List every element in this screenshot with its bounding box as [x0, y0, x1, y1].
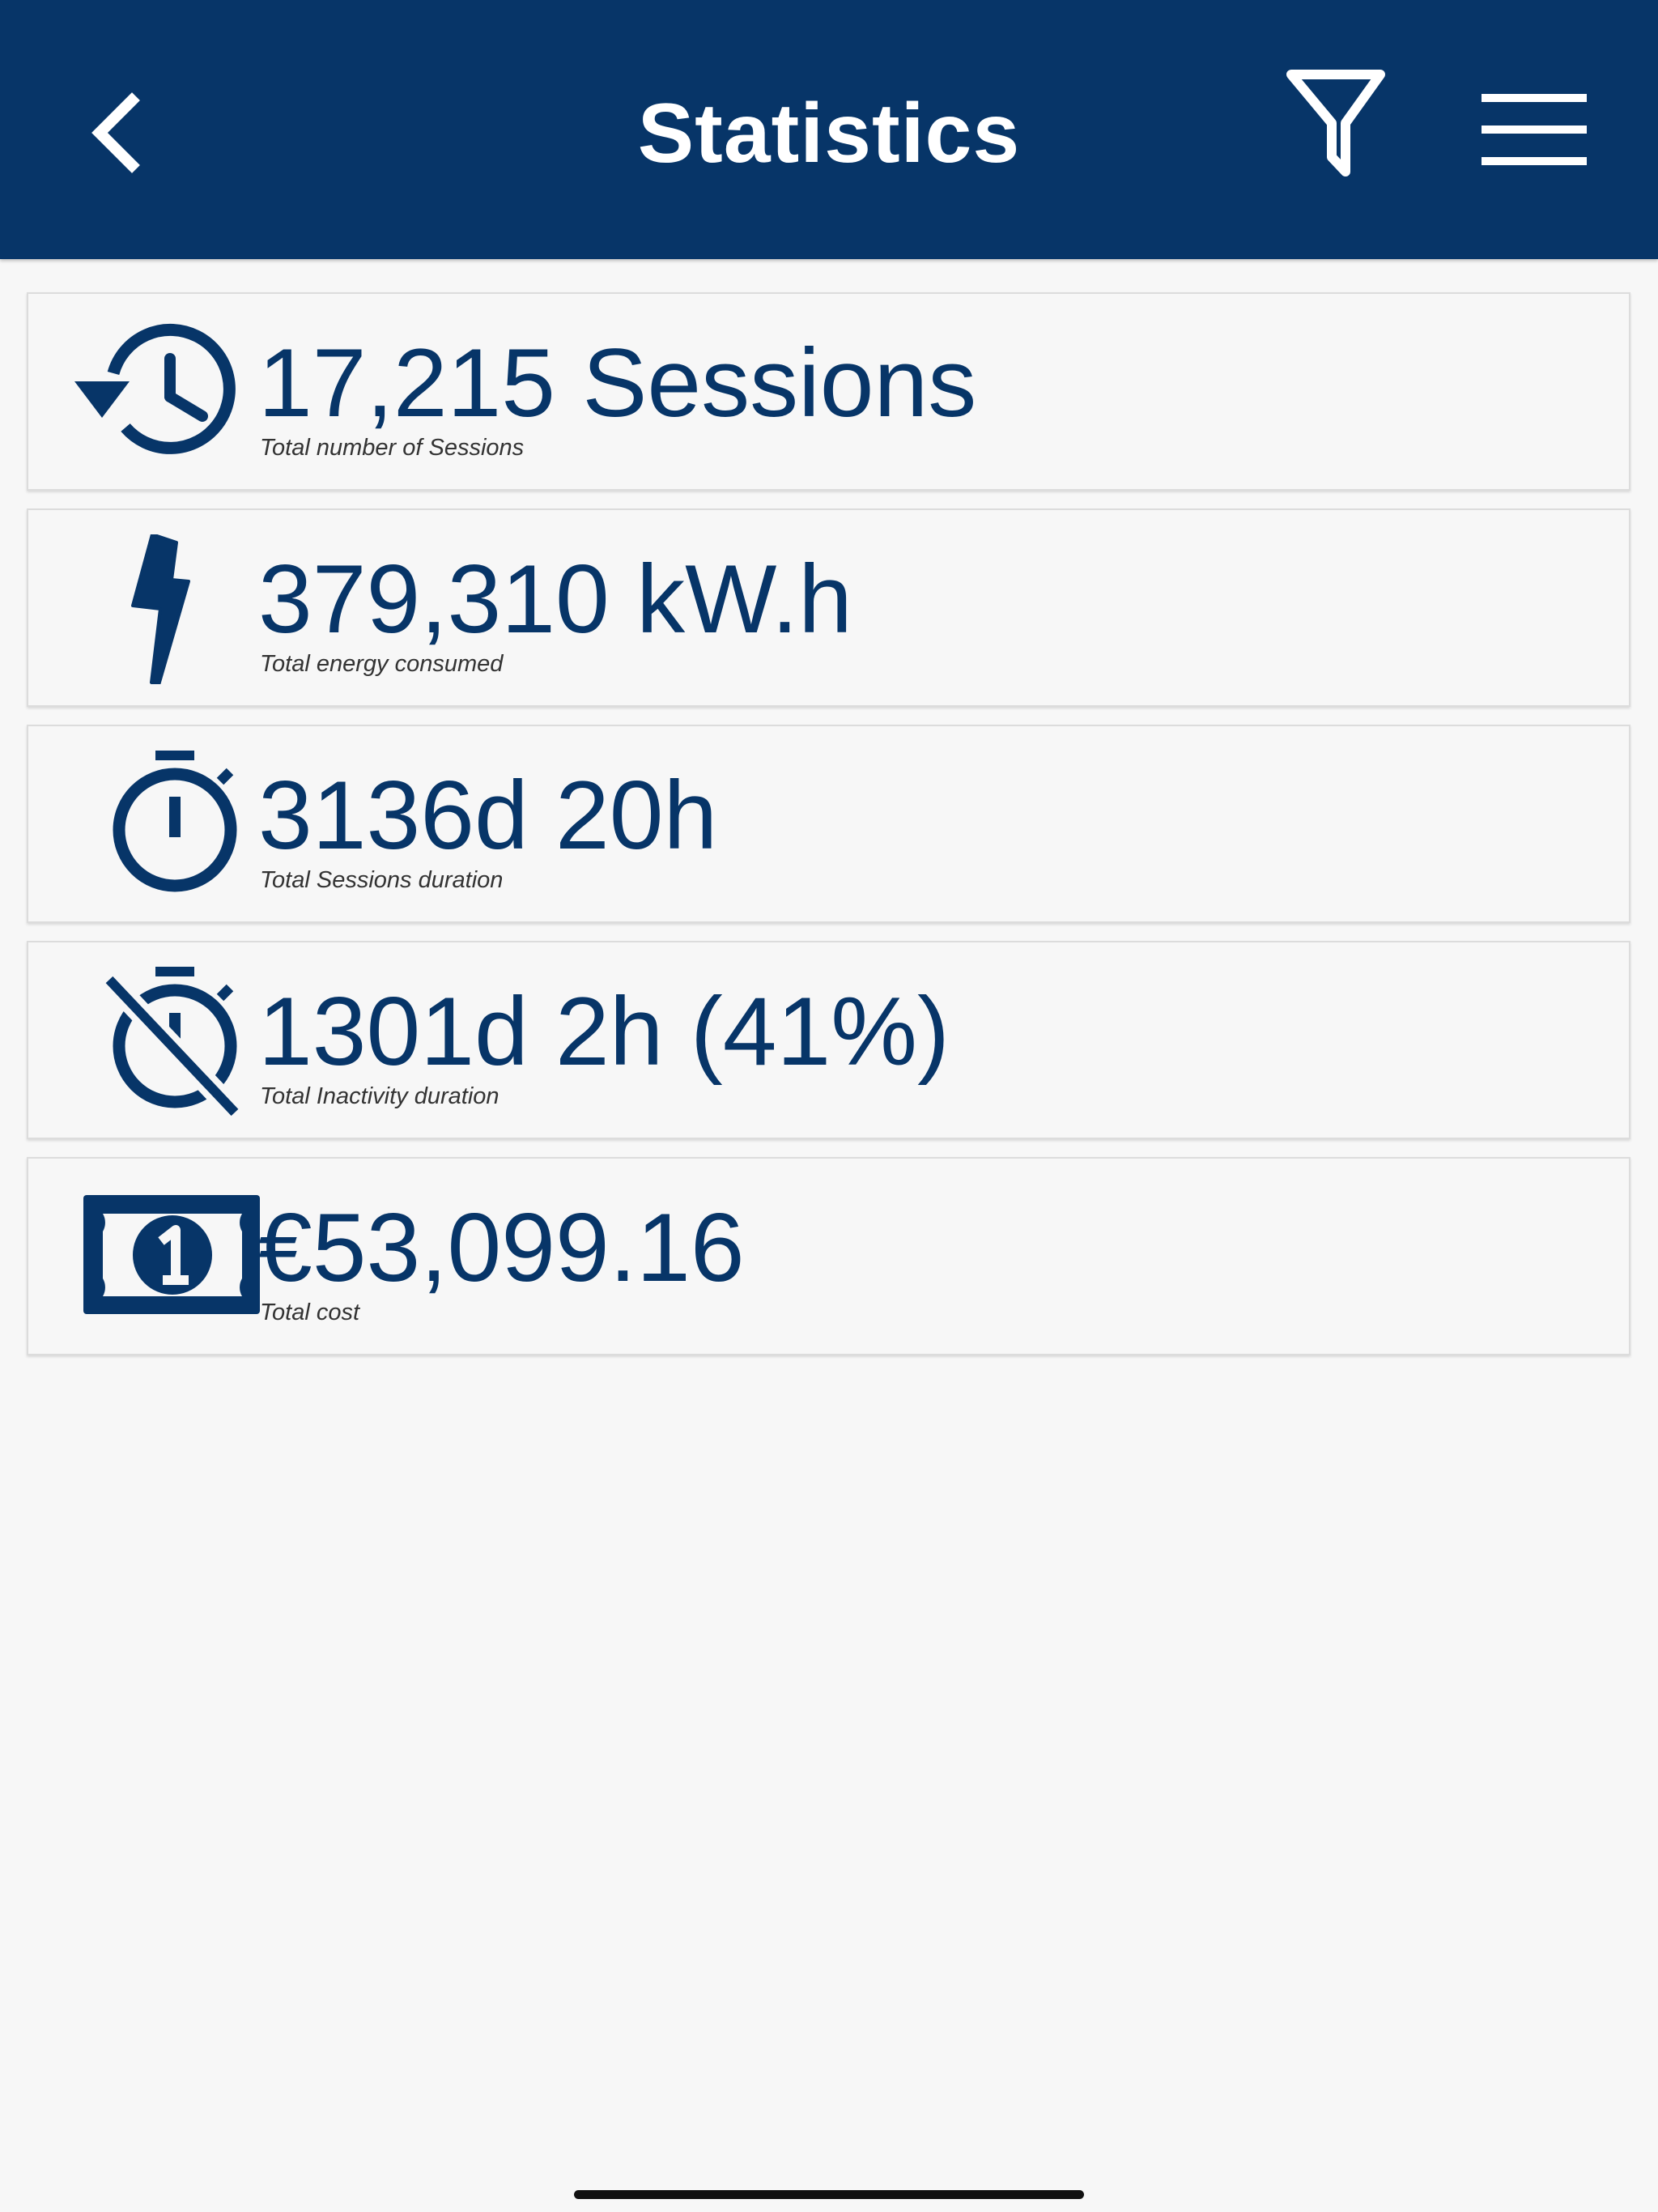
home-indicator[interactable]: [574, 2190, 1084, 2199]
stat-card-energy: 379,310 kW.h Total energy consumed: [27, 508, 1630, 707]
page-title: Statistics: [637, 87, 1021, 181]
filter-button[interactable]: [1283, 65, 1392, 186]
history-icon: [53, 318, 263, 468]
lightning-bolt-icon: [53, 533, 263, 687]
banknote-icon: [53, 1183, 263, 1333]
hamburger-menu-icon: [1482, 94, 1587, 165]
duration-label: Total Sessions duration: [260, 867, 504, 893]
stat-card-inactivity: 1301d 2h (41%) Total Inactivity duration: [27, 941, 1630, 1139]
back-button[interactable]: [77, 81, 150, 186]
chevron-left-icon: [91, 92, 140, 173]
sessions-value: 17,215 Sessions: [258, 329, 977, 437]
stopwatch-off-icon: [53, 967, 263, 1121]
inactivity-value: 1301d 2h (41%): [258, 977, 950, 1086]
stopwatch-icon: [53, 751, 263, 900]
stat-card-sessions: 17,215 Sessions Total number of Sessions: [27, 292, 1630, 491]
inactivity-label: Total Inactivity duration: [260, 1083, 500, 1109]
duration-value: 3136d 20h: [258, 761, 718, 870]
app-header: Statistics: [0, 0, 1658, 259]
energy-value: 379,310 kW.h: [258, 545, 852, 653]
energy-label: Total energy consumed: [260, 651, 504, 677]
cost-label: Total cost: [260, 1300, 360, 1325]
menu-button[interactable]: [1477, 89, 1591, 170]
stat-card-cost: €53,099.16 Total cost: [27, 1157, 1630, 1355]
cost-value: €53,099.16: [258, 1193, 745, 1302]
filter-icon: [1286, 70, 1385, 177]
stat-card-duration: 3136d 20h Total Sessions duration: [27, 725, 1630, 923]
sessions-label: Total number of Sessions: [260, 435, 525, 461]
